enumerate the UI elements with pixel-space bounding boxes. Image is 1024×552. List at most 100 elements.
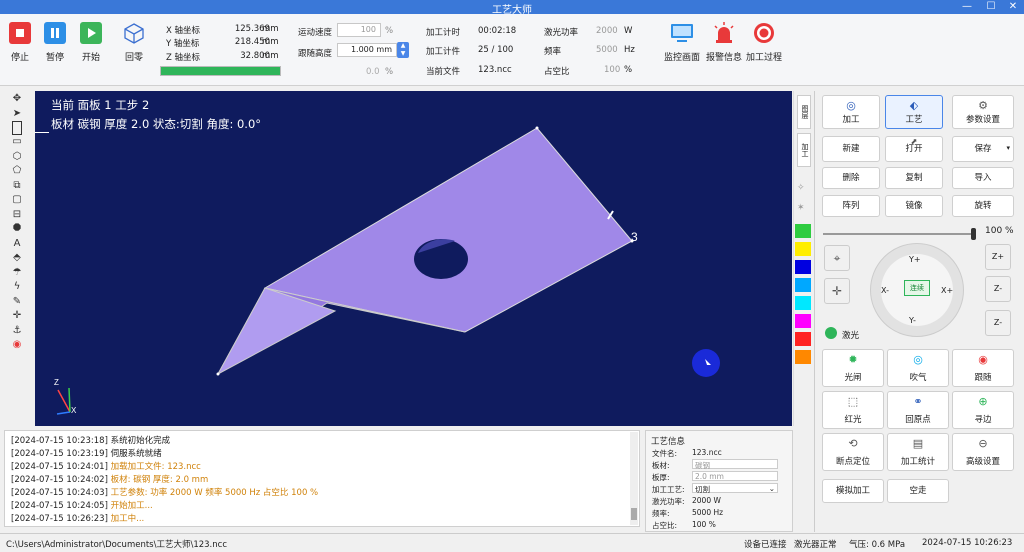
dry-run-button[interactable]: 空走 xyxy=(887,479,949,503)
color-swatch-blue[interactable] xyxy=(795,260,811,274)
side-tool-1-icon[interactable]: ✧ xyxy=(797,183,805,193)
pause-button[interactable]: 暂停 xyxy=(38,20,72,63)
breakpoint-button[interactable]: ⟲ 断点定位 xyxy=(822,433,884,471)
home-button[interactable]: 回零 xyxy=(117,20,151,63)
info-material-select[interactable]: 碳钢 xyxy=(692,459,778,470)
jog-x-minus[interactable]: X- xyxy=(881,286,889,295)
z-minus-button[interactable]: Z- xyxy=(985,276,1011,302)
polygon-tool-icon[interactable]: ⬡ xyxy=(4,150,30,165)
statistics-button[interactable]: ▤ 加工统计 xyxy=(887,433,949,471)
side-tab-layers[interactable]: 图层 xyxy=(797,95,811,129)
close-button[interactable]: ✕ xyxy=(1002,0,1024,14)
color-swatch-magenta[interactable] xyxy=(795,314,811,328)
follow-height-input[interactable]: 1.000 mm xyxy=(337,43,397,57)
speed-slider-knob[interactable] xyxy=(971,228,976,240)
side-tab-process[interactable]: 加工 xyxy=(797,133,811,167)
home-label: 回零 xyxy=(124,53,143,63)
color-swatch-red[interactable] xyxy=(795,332,811,346)
jog-y-plus[interactable]: Y+ xyxy=(909,255,921,264)
jog-continuous-button[interactable]: 连续 xyxy=(904,280,930,296)
log-row: [2024-07-15 10:24:02] 板材: 碳钢 厚度: 2.0 mm xyxy=(11,475,209,485)
monitor-button[interactable]: 监控画面 xyxy=(662,20,702,63)
shape-tool-icon[interactable]: ⬠ xyxy=(4,164,30,179)
3d-tool-icon[interactable]: ⬘ xyxy=(4,251,30,266)
tab-craft[interactable]: ⬖ 工艺 xyxy=(885,95,943,129)
text-tool-icon[interactable]: A xyxy=(4,237,30,252)
z-minus-2-button[interactable]: Z- xyxy=(985,310,1011,336)
info-title: 工艺信息 xyxy=(651,437,686,447)
time-label: 加工计时 xyxy=(426,28,461,38)
copy-button[interactable]: 复制 xyxy=(885,167,943,189)
rotate-button[interactable]: 旋转 xyxy=(952,195,1014,217)
follow-button[interactable]: ◉ 跟随 xyxy=(952,349,1014,387)
power-label: 激光功率 xyxy=(544,28,579,38)
target-tool-icon[interactable]: ◉ xyxy=(4,338,30,353)
maximize-button[interactable]: ☐ xyxy=(980,0,1002,14)
log-scrollbar-thumb[interactable] xyxy=(631,508,637,520)
home-origin-button[interactable]: ⚭ 回原点 xyxy=(887,391,949,429)
jog-pad: Y+ Y- X- X+ 连续 xyxy=(870,243,964,337)
jog-x-plus[interactable]: X+ xyxy=(941,286,953,295)
stop-button[interactable]: 停止 xyxy=(3,20,37,63)
follow-spinner[interactable]: ▲ ▼ xyxy=(397,42,409,58)
minimize-button[interactable]: — xyxy=(956,0,978,14)
start-button[interactable]: 开始 xyxy=(74,20,108,63)
simulate-button[interactable]: 模拟加工 xyxy=(822,479,884,503)
blow-button[interactable]: ◎ 吹气 xyxy=(887,349,949,387)
color-swatch-orange[interactable] xyxy=(795,350,811,364)
power-unit: W xyxy=(624,26,633,36)
pen-tool-icon[interactable]: ✎ xyxy=(4,295,30,310)
tab-process[interactable]: ◎ 加工 xyxy=(822,95,880,129)
lightning-tool-icon[interactable]: ϟ xyxy=(4,280,30,295)
process-button[interactable]: 加工过程 xyxy=(744,20,784,63)
line-tool-icon[interactable] xyxy=(12,121,22,135)
info-process-select[interactable]: 切割 ⌄ xyxy=(692,483,778,494)
color-swatch-green[interactable] xyxy=(795,224,811,238)
side-tool-2-icon[interactable]: ✶ xyxy=(797,203,805,213)
tab-settings[interactable]: ⚙ 参数设置 xyxy=(952,95,1014,129)
array-button[interactable]: 阵列 xyxy=(822,195,880,217)
speed-slider[interactable] xyxy=(823,228,976,240)
umbrella-tool-icon[interactable]: ☂ xyxy=(4,266,30,281)
freq-value: 5000 xyxy=(596,45,618,55)
speed-percent: 100 % xyxy=(985,226,1014,236)
edge-tool-icon[interactable]: ⊟ xyxy=(4,208,30,223)
alarm-button[interactable]: 报警信息 xyxy=(704,20,744,63)
edge-find-button[interactable]: ⊕ 寻边 xyxy=(952,391,1014,429)
delete-button[interactable]: 删除 xyxy=(822,167,880,189)
z-plus-button[interactable]: Z+ xyxy=(985,244,1011,270)
locate-1-button[interactable]: ⌖ xyxy=(824,245,850,271)
color-swatch-yellow[interactable] xyxy=(795,242,811,256)
locate-2-button[interactable]: ✛ xyxy=(824,278,850,304)
new-button[interactable]: 新建 xyxy=(822,136,880,162)
save-button[interactable]: 保存 ▾ xyxy=(952,136,1014,162)
info-label: 板材: xyxy=(652,461,670,470)
red-light-button[interactable]: ⬚ 红光 xyxy=(822,391,884,429)
record-icon xyxy=(753,22,775,44)
pointer-tool-icon[interactable]: ➤ xyxy=(4,107,30,122)
open-button[interactable]: ⬈ 打开 xyxy=(885,136,943,162)
octagon-tool-icon[interactable]: ⯃ xyxy=(4,222,30,237)
log-scrollbar[interactable] xyxy=(630,432,638,525)
frame-tool-icon[interactable]: ▢ xyxy=(4,193,30,208)
laser-label: 激光 xyxy=(842,331,860,341)
rect-tool-icon[interactable]: ▭ xyxy=(4,135,30,150)
left-drawing-toolbar: ✥ ➤ ▭ ⬡ ⬠ ⧉ ▢ ⊟ ⯃ A ⬘ ☂ ϟ ✎ ✛ ⚓ ◉ xyxy=(4,92,30,426)
viewport-3d[interactable]: 当前 面板 1 工步 2 板材 碳钢 厚度 2.0 状态:切割 角度: 0.0°… xyxy=(35,91,792,426)
jog-y-minus[interactable]: Y- xyxy=(909,316,916,325)
anchor-tool-icon[interactable]: ⚓ xyxy=(4,324,30,339)
axis-x-label: X xyxy=(71,406,77,415)
advanced-settings-button[interactable]: ⊖ 高级设置 xyxy=(952,433,1014,471)
select-tool-icon[interactable]: ✥ xyxy=(4,92,30,107)
monitor-icon xyxy=(669,22,695,44)
info-thickness-select[interactable]: 2.0 mm xyxy=(692,471,778,481)
speed-input[interactable]: 100 xyxy=(337,23,381,37)
mirror-button[interactable]: 镜像 xyxy=(885,195,943,217)
color-swatch-lightblue[interactable] xyxy=(795,278,811,292)
count-label: 加工计件 xyxy=(426,47,461,57)
color-swatch-cyan[interactable] xyxy=(795,296,811,310)
move-tool-icon[interactable]: ✛ xyxy=(4,309,30,324)
import-button[interactable]: 导入 xyxy=(952,167,1014,189)
shutter-button[interactable]: ✹ 光闸 xyxy=(822,349,884,387)
group-tool-icon[interactable]: ⧉ xyxy=(4,179,30,194)
